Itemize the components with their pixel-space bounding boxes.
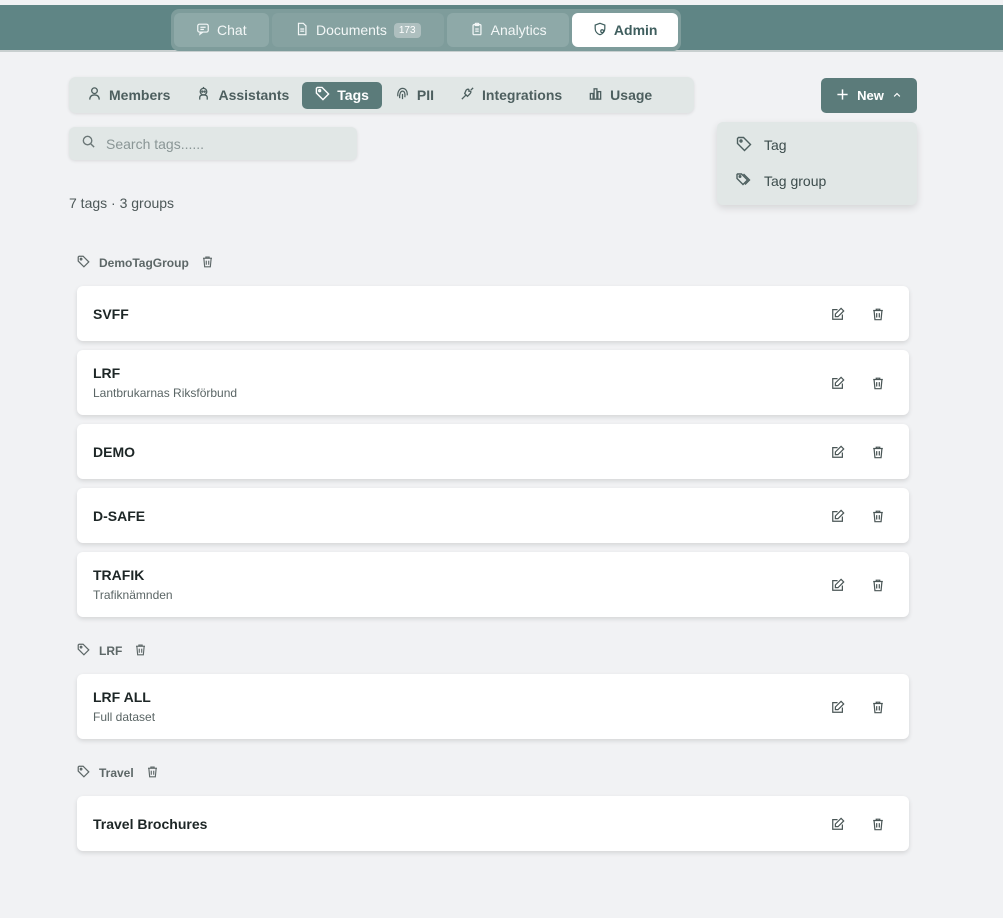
trash-icon[interactable] [869, 443, 887, 461]
tags-icon [736, 172, 752, 191]
chat-icon [196, 22, 210, 39]
subtab-assistants[interactable]: Assistants [183, 82, 302, 109]
clipboard-icon [470, 22, 484, 39]
new-dropdown-menu: Tag Tag group [717, 122, 917, 205]
group-header-demotaggroup: DemoTagGroup [77, 253, 214, 273]
tab-analytics-label: Analytics [490, 22, 547, 38]
trash-icon[interactable] [869, 815, 887, 833]
plus-icon [836, 88, 849, 104]
edit-icon[interactable] [829, 698, 847, 716]
trash-icon[interactable] [869, 374, 887, 392]
search-box [69, 127, 357, 160]
menu-item-tag-group[interactable]: Tag group [722, 163, 912, 199]
edit-icon[interactable] [829, 374, 847, 392]
tag-description: Trafiknämnden [93, 588, 173, 602]
tag-name: DEMO [93, 443, 135, 460]
chevron-up-icon [892, 88, 902, 103]
tag-name: SVFF [93, 305, 129, 322]
tag-card[interactable]: LRF Lantbrukarnas Riksförbund [77, 350, 909, 415]
tab-admin-label: Admin [613, 22, 658, 38]
trash-icon[interactable] [869, 507, 887, 525]
tag-description: Full dataset [93, 710, 156, 724]
menu-item-tag-group-label: Tag group [764, 173, 827, 189]
tag-icon [736, 136, 752, 155]
tab-documents[interactable]: Documents 173 [271, 13, 444, 47]
user-icon [87, 86, 102, 104]
delete-group-button[interactable] [201, 255, 214, 271]
tab-chat-label: Chat [217, 22, 247, 38]
tag-name: LRF ALL [93, 689, 151, 705]
document-icon [295, 22, 309, 39]
tab-analytics[interactable]: Analytics [446, 13, 570, 47]
tag-description: Lantbrukarnas Riksförbund [93, 386, 238, 400]
edit-icon[interactable] [829, 576, 847, 594]
tag-name: Travel Brochures [93, 815, 208, 832]
trash-icon[interactable] [869, 576, 887, 594]
new-button[interactable]: New [821, 78, 917, 113]
tag-card[interactable]: Travel Brochures [77, 796, 909, 851]
subtab-assistants-label: Assistants [218, 87, 290, 103]
trash-icon[interactable] [869, 305, 887, 323]
tag-card[interactable]: TRAFIK Trafiknämnden [77, 552, 909, 617]
subtab-members[interactable]: Members [74, 82, 183, 109]
trash-icon[interactable] [869, 698, 887, 716]
tag-name: D-SAFE [93, 507, 146, 524]
group-name: LRF [99, 644, 123, 658]
delete-group-button[interactable] [146, 765, 159, 781]
edit-icon[interactable] [829, 305, 847, 323]
subtab-pii-label: PII [416, 87, 435, 103]
tag-card[interactable]: LRF ALL Full dataset [77, 674, 909, 739]
tag-name: TRAFIK [93, 567, 145, 583]
top-header-bar: Chat Documents 173 Analytics Admin [0, 5, 1003, 52]
group-header-travel: Travel [77, 763, 159, 783]
group-header-lrf: LRF [77, 641, 147, 661]
tag-icon [315, 86, 330, 104]
subtab-members-label: Members [109, 87, 171, 103]
edit-icon[interactable] [829, 443, 847, 461]
tag-name: LRF [93, 365, 121, 381]
tag-card[interactable]: DEMO [77, 424, 909, 479]
plug-icon [460, 86, 475, 104]
edit-icon[interactable] [829, 507, 847, 525]
delete-group-button[interactable] [134, 643, 147, 659]
bar-chart-icon [588, 86, 603, 104]
subtab-pii[interactable]: PII [382, 82, 447, 109]
subtab-usage[interactable]: Usage [575, 82, 665, 109]
main-nav: Chat Documents 173 Analytics Admin [171, 9, 681, 51]
shield-gear-icon [593, 22, 607, 39]
search-icon [81, 134, 96, 154]
tag-icon [77, 643, 90, 659]
subtab-integrations[interactable]: Integrations [447, 82, 575, 109]
documents-count-badge: 173 [393, 22, 421, 38]
subtab-tags[interactable]: Tags [302, 81, 382, 109]
tab-admin[interactable]: Admin [572, 13, 678, 47]
admin-subnav: Members Assistants Tags PII Integrations… [69, 77, 694, 113]
subtab-tags-label: Tags [337, 87, 369, 103]
robot-icon [196, 86, 211, 104]
tag-icon [77, 765, 90, 781]
tag-icon [77, 255, 90, 271]
subtab-usage-label: Usage [610, 87, 653, 103]
new-button-label: New [857, 88, 884, 103]
fingerprint-icon [395, 86, 410, 104]
group-name: DemoTagGroup [99, 256, 189, 270]
group-name: Travel [99, 766, 134, 780]
tab-chat[interactable]: Chat [174, 13, 269, 47]
menu-item-tag-label: Tag [764, 137, 787, 153]
subtab-integrations-label: Integrations [482, 87, 563, 103]
tag-card[interactable]: SVFF [77, 286, 909, 341]
edit-icon[interactable] [829, 815, 847, 833]
menu-item-tag[interactable]: Tag [722, 127, 912, 163]
tags-summary: 7 tags · 3 groups [69, 195, 175, 211]
tab-documents-label: Documents [316, 22, 387, 38]
search-input[interactable] [106, 135, 346, 152]
tag-card[interactable]: D-SAFE [77, 488, 909, 543]
